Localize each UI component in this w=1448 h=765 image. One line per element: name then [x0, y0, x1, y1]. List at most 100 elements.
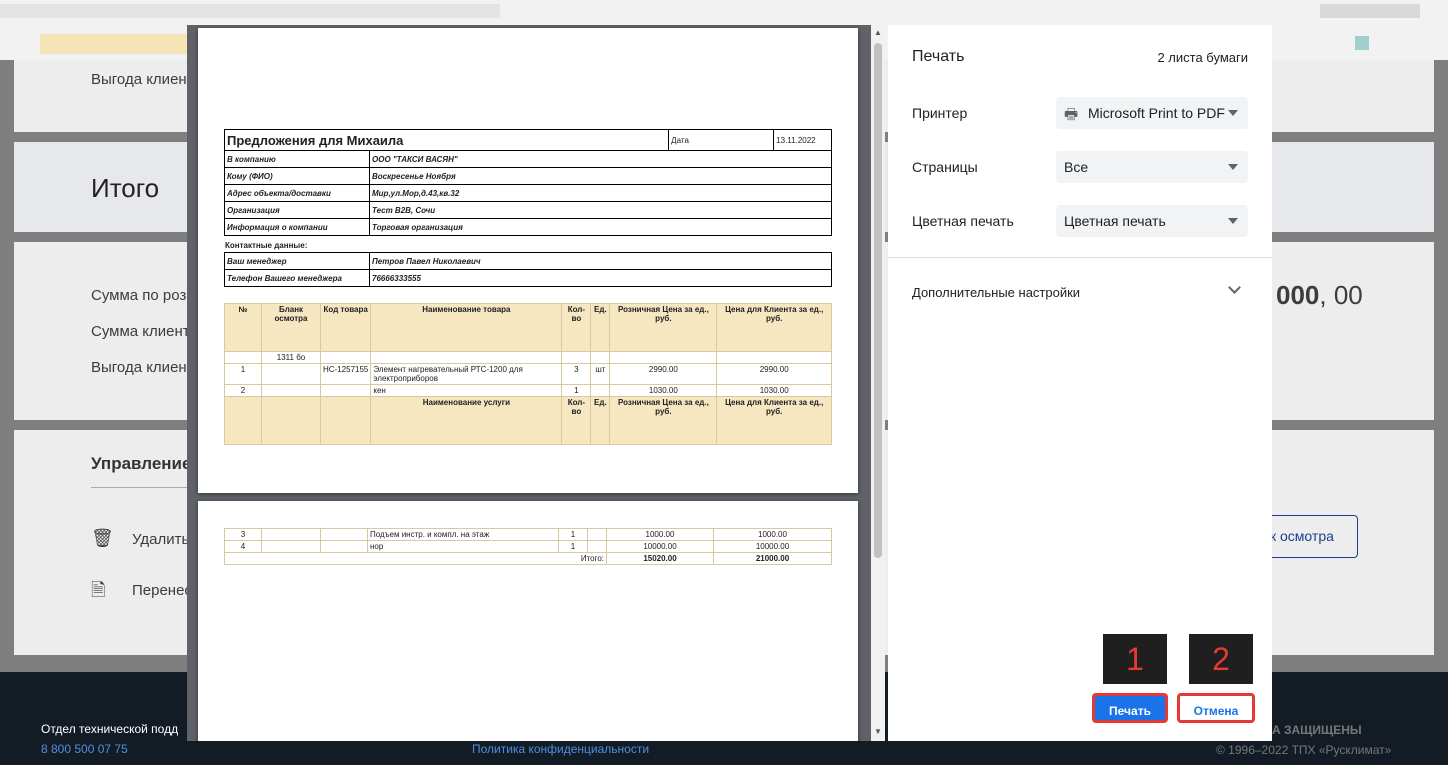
cell: 1: [561, 384, 592, 397]
contact-value: Петров Павел Николаевич: [369, 252, 832, 270]
trash-icon: 🗑: [91, 528, 114, 548]
cell: 2990.00: [716, 363, 832, 385]
cell: 1000.00: [713, 528, 832, 541]
services-table: 3 Подъем инстр. и компл. на этаж 1 1000.…: [224, 528, 832, 565]
cell: 10000.00: [606, 540, 714, 553]
bg-benefit-label: Выгода клиент: [91, 71, 194, 88]
document-header-table: Предложения для Михаила Дата 13.11.2022 …: [223, 129, 832, 236]
preview-page-2: 3 Подъем инстр. и компл. на этаж 1 1000.…: [198, 501, 858, 741]
scrollbar-thumb[interactable]: [874, 43, 882, 558]
color-value: Цветная печать: [1064, 213, 1166, 229]
sheet-count: 2 листа бумаги: [1157, 50, 1248, 65]
col-header: Цена для Клиента за ед., руб.: [716, 396, 832, 445]
col-header: Ед.: [590, 396, 611, 445]
cell: 1: [558, 540, 588, 553]
cell: 4: [224, 540, 262, 553]
blank-number: 1311 бо: [261, 351, 321, 364]
scroll-up-icon[interactable]: ▲: [874, 28, 882, 37]
info-label: Информация о компании: [224, 218, 370, 236]
bg-sum-client: Сумма клиент: [91, 323, 190, 340]
pages-value: Все: [1064, 159, 1089, 175]
color-select[interactable]: Цветная печать: [1056, 205, 1248, 237]
preview-page-1: Предложения для Михаила Дата 13.11.2022 …: [198, 28, 858, 493]
col-header: Ед.: [590, 303, 611, 352]
printer-label: Принтер: [912, 105, 968, 121]
bg-sum-retail: Сумма по розн: [91, 287, 195, 304]
cell: 1: [224, 363, 262, 385]
col-header: Наименование услуги: [370, 396, 563, 445]
printer-select[interactable]: 🖶 Microsoft Print to PDF: [1056, 97, 1248, 129]
bg-total-heading: Итого: [91, 173, 160, 203]
more-settings-toggle[interactable]: Дополнительные настройки: [888, 275, 1272, 311]
info-value: ООО "ТАКСИ ВАСЯН": [369, 150, 832, 168]
total-row: Итого: 15020.00 21000.00: [224, 552, 832, 565]
info-label: В компанию: [224, 150, 370, 168]
contact-value: 76666333555: [369, 269, 832, 287]
cell: 2990.00: [609, 363, 718, 385]
cell: НС-1257155: [319, 363, 372, 385]
preview-scrollbar[interactable]: ▲ ▼: [871, 25, 885, 741]
chevron-down-icon: [1228, 164, 1238, 170]
blurred-tabs: [0, 4, 500, 18]
col-header: Цена для Клиента за ед., руб.: [716, 303, 832, 352]
cell: 3: [224, 528, 262, 541]
contact-label: Телефон Вашего менеджера: [224, 269, 370, 287]
blurred-bookmark: [40, 34, 190, 54]
bg-move-label: Перенес: [132, 582, 192, 599]
document-icon: 🗎: [91, 580, 106, 600]
total-label: Итого:: [224, 552, 607, 565]
info-value: Торговая организация: [369, 218, 832, 236]
col-header: Розничная Цена за ед., руб.: [609, 396, 718, 445]
table-row: 1311 бо: [224, 351, 832, 364]
info-label: Адрес объекта/доставки: [224, 184, 370, 202]
cell: Подъем инстр. и компл. на этаж: [367, 528, 559, 541]
contact-label: Ваш менеджер: [224, 252, 370, 270]
info-label: Кому (ФИО): [224, 167, 370, 185]
products-table: № Бланк осмотра Код товара Наименование …: [224, 303, 832, 445]
chevron-down-icon: [1228, 110, 1238, 116]
cell: [590, 384, 611, 397]
document-title: Предложения для Михаила: [223, 129, 670, 151]
col-header: Наименование товара: [370, 303, 563, 352]
info-value: Воскресенье Ноября: [369, 167, 832, 185]
footer-phone: 8 800 500 07 75: [41, 742, 128, 756]
footer-privacy-link: Политика конфиденциальности: [472, 742, 650, 756]
table-row: 2 кен 1 1030.00 1030.00: [224, 384, 832, 397]
print-title: Печать: [912, 48, 965, 65]
more-settings-label: Дополнительные настройки: [912, 285, 1081, 300]
scroll-down-icon[interactable]: ▼: [874, 727, 882, 736]
cell: [319, 384, 372, 397]
col-header: Розничная Цена за ед., руб.: [609, 303, 718, 352]
table-row: 1 НС-1257155 Элемент нагревательный РТС-…: [224, 363, 832, 385]
cell: кен: [370, 384, 563, 397]
contacts-table: Ваш менеджер Петров Павел Николаевич Теле…: [224, 252, 832, 287]
date-value: 13.11.2022: [773, 129, 832, 151]
total-client: 21000.00: [713, 552, 832, 565]
footer-copyright: © 1996–2022 ТПХ «Русклимат»: [1216, 743, 1392, 757]
cell: 1000.00: [606, 528, 714, 541]
expand-chevron-icon: [1228, 281, 1241, 294]
footer-rights: А ЗАЩИЩЕНЫ: [1272, 723, 1362, 737]
bg-divider: [91, 487, 187, 488]
print-button[interactable]: Печать: [1092, 693, 1168, 723]
info-value: Тест B2B, Сочи: [369, 201, 832, 219]
bg-manage-heading: Управление: [91, 454, 192, 473]
annotation-2: 2: [1189, 634, 1253, 684]
print-preview[interactable]: Предложения для Михаила Дата 13.11.2022 …: [187, 25, 885, 741]
pages-select[interactable]: Все: [1056, 151, 1248, 183]
cell: 10000.00: [713, 540, 832, 553]
date-label: Дата: [668, 129, 775, 151]
cell: 2: [224, 384, 262, 397]
blurred-controls: [1320, 4, 1420, 18]
cell: 1030.00: [609, 384, 718, 397]
contacts-heading: Контактные данные:: [225, 241, 308, 250]
col-header: Код товара: [319, 303, 372, 352]
cell: Элемент нагревательный РТС-1200 для элек…: [370, 363, 563, 385]
col-header: Бланк осмотра: [261, 303, 321, 352]
printer-icon: 🖶: [1064, 106, 1079, 123]
cancel-button[interactable]: Отмена: [1177, 693, 1255, 723]
table-row: 4 нор 1 10000.00 10000.00: [224, 540, 832, 553]
footer-support: Отдел технической подд: [41, 722, 179, 736]
total-retail: 15020.00: [606, 552, 714, 565]
cell: 1030.00: [716, 384, 832, 397]
